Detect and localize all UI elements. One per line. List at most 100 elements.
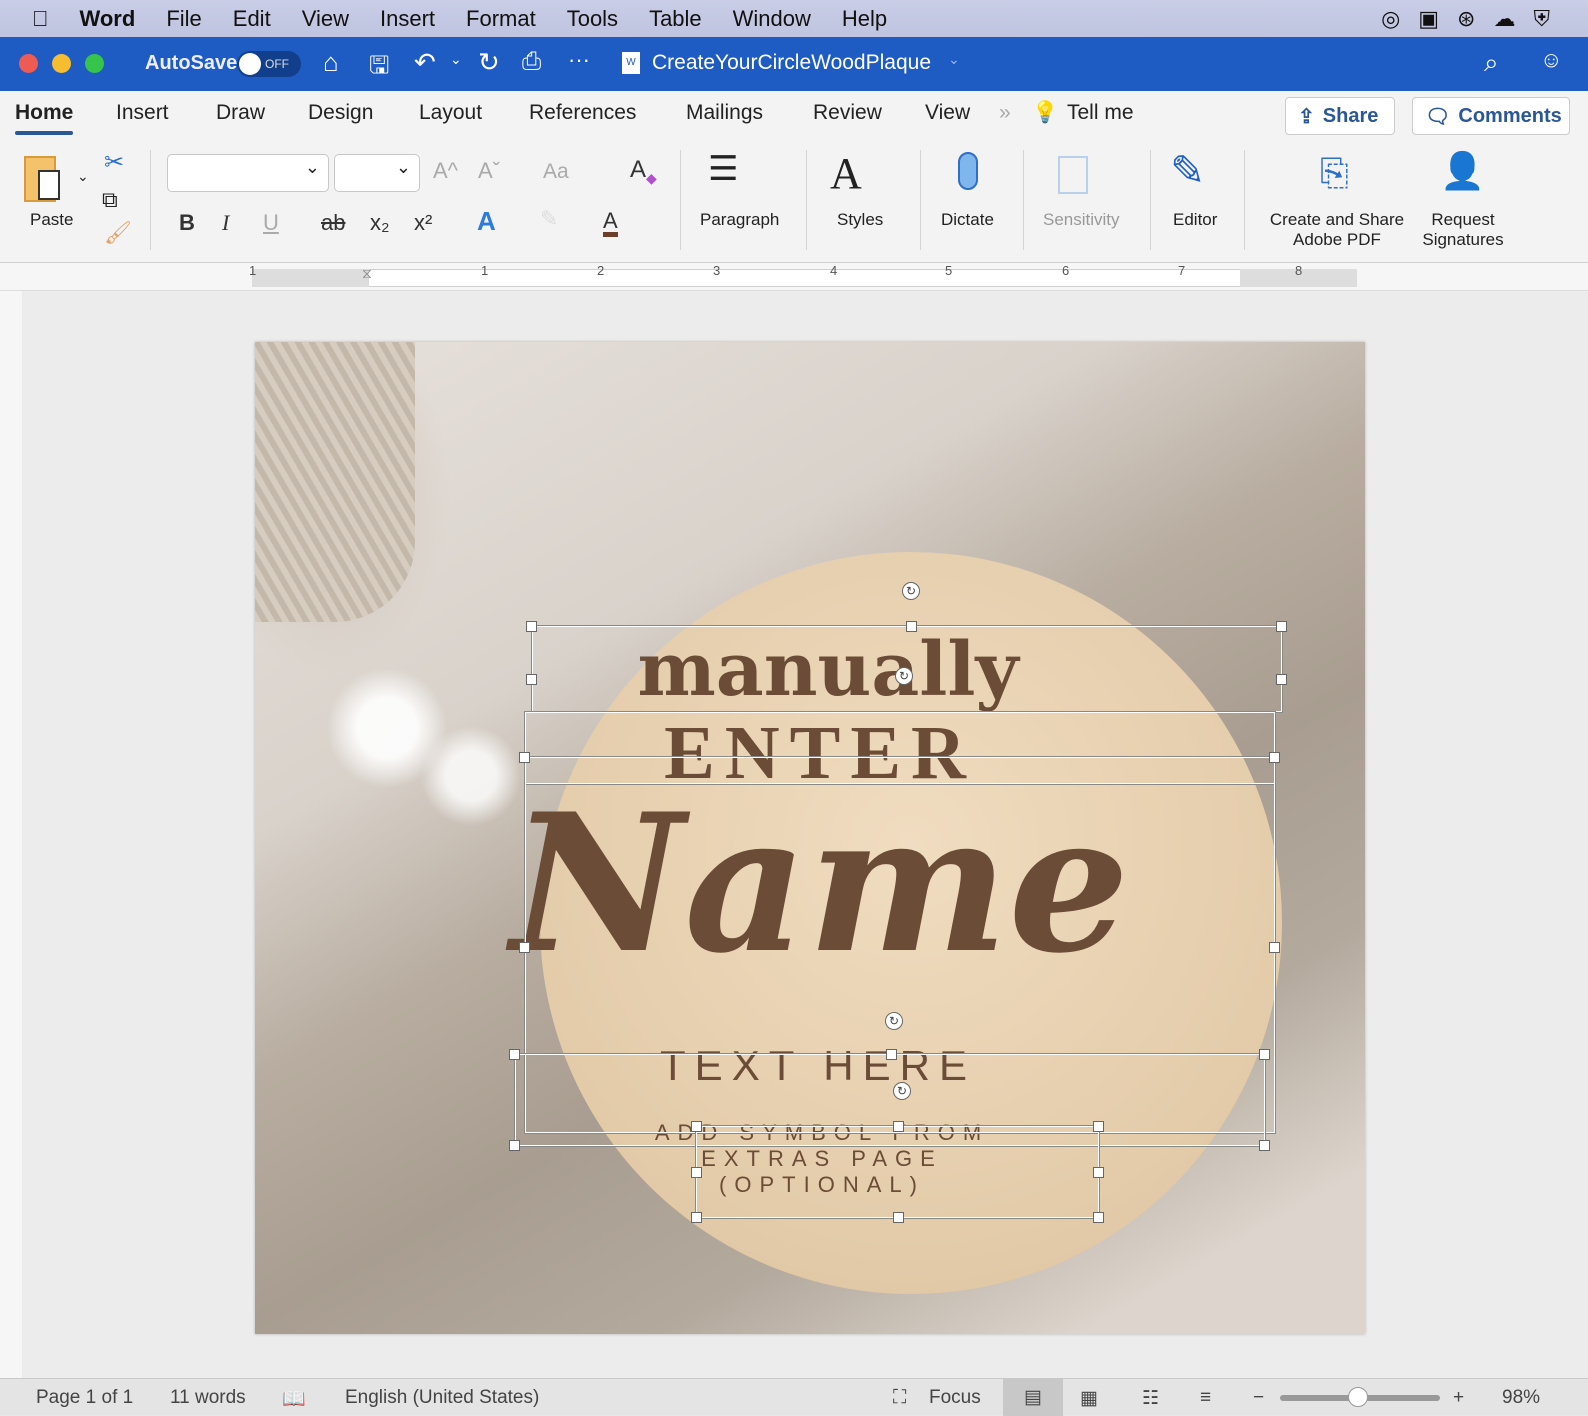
zoom-slider[interactable] [1280, 1387, 1440, 1407]
menu-edit[interactable]: Edit [233, 6, 271, 32]
share-button[interactable]: ⇪ Share [1285, 97, 1395, 135]
tab-home[interactable]: Home [15, 101, 74, 135]
status-menu-icons[interactable]: ◎▣⊛☁⛨ [1381, 6, 1568, 32]
menu-help[interactable]: Help [842, 6, 887, 32]
styles-icon[interactable]: A [830, 148, 862, 199]
cut-icon[interactable]: ✂ [104, 148, 124, 177]
proofing-icon[interactable]: 📖 [282, 1387, 306, 1411]
save-icon[interactable]: 🖫 [369, 48, 389, 89]
tab-draw[interactable]: Draw [216, 101, 265, 125]
resize-handle[interactable] [1269, 942, 1280, 953]
autosave-toggle[interactable]: OFF [237, 51, 301, 77]
menu-format[interactable]: Format [466, 6, 536, 32]
rotate-handle-icon[interactable]: ↻ [902, 582, 920, 600]
zoom-in-button[interactable]: + [1453, 1387, 1464, 1409]
format-painter-icon[interactable]: 🖌 [104, 220, 132, 246]
horizontal-ruler[interactable]: 1 1 2 3 4 5 6 7 8 ⧖ [0, 263, 1588, 291]
resize-handle[interactable] [1276, 621, 1287, 632]
more-icon[interactable]: ··· [568, 47, 590, 73]
more-tabs-icon[interactable]: » [999, 101, 1011, 125]
resize-handle[interactable] [519, 942, 530, 953]
editor-label[interactable]: Editor [1173, 210, 1217, 230]
resize-handle[interactable] [893, 1212, 904, 1223]
resize-handle[interactable] [691, 1121, 702, 1132]
create-share-pdf-button[interactable]: Create and Share Adobe PDF [1262, 210, 1412, 250]
shrink-font-button[interactable]: Aˇ [478, 158, 500, 184]
draft-view-icon[interactable]: ≡ [1200, 1387, 1211, 1409]
outline-view-icon[interactable]: ☷ [1142, 1387, 1159, 1410]
close-window-button[interactable] [19, 54, 38, 73]
language[interactable]: English (United States) [345, 1387, 539, 1409]
font-color-icon[interactable]: A [603, 210, 618, 237]
focus-icon[interactable]: ⛶ [893, 1387, 906, 1409]
document-title[interactable]: CreateYourCircleWoodPlaque [652, 51, 931, 75]
search-icon[interactable]: ⌕ [1484, 47, 1499, 79]
resize-handle[interactable] [519, 752, 530, 763]
word-count[interactable]: 11 words [170, 1387, 246, 1409]
menu-tools[interactable]: Tools [567, 6, 618, 32]
zoom-slider-thumb[interactable] [1348, 1387, 1369, 1407]
paste-icon[interactable] [24, 156, 60, 202]
menu-table[interactable]: Table [649, 6, 702, 32]
copy-icon[interactable]: ⧉ [102, 187, 118, 213]
menu-app-word[interactable]: Word [80, 6, 136, 32]
resize-handle[interactable] [893, 1121, 904, 1132]
change-case-button[interactable]: Aa [543, 160, 569, 184]
tab-review[interactable]: Review [813, 101, 882, 125]
indent-marker[interactable]: ⧖ [362, 265, 372, 282]
microphone-icon[interactable] [958, 152, 978, 190]
tab-insert[interactable]: Insert [116, 101, 169, 125]
zoom-out-button[interactable]: − [1253, 1387, 1264, 1409]
italic-button[interactable]: I [222, 210, 229, 236]
resize-handle[interactable] [1269, 752, 1280, 763]
menu-window[interactable]: Window [733, 6, 811, 32]
tell-me-search[interactable]: Tell me [1067, 101, 1134, 125]
paste-label[interactable]: Paste [30, 210, 73, 230]
font-size-dropdown[interactable] [334, 154, 420, 192]
tab-view[interactable]: View [925, 101, 970, 125]
tab-mailings[interactable]: Mailings [686, 101, 763, 125]
rotate-handle-icon[interactable]: ↻ [893, 1082, 911, 1100]
web-layout-icon[interactable]: ▦ [1080, 1387, 1098, 1410]
redo-icon[interactable]: ↻ [478, 47, 500, 78]
paragraph-icon[interactable]: ☰ [708, 152, 738, 186]
resize-handle[interactable] [526, 674, 537, 685]
zoom-level[interactable]: 98% [1502, 1387, 1540, 1409]
subscript-button[interactable]: x₂ [370, 210, 390, 236]
title-chevron-icon[interactable]: ⌄ [948, 51, 960, 68]
resize-handle[interactable] [886, 1049, 897, 1060]
tab-layout[interactable]: Layout [419, 101, 482, 125]
menu-insert[interactable]: Insert [380, 6, 435, 32]
vertical-ruler[interactable] [0, 291, 22, 1378]
font-name-dropdown[interactable] [167, 154, 329, 192]
undo-dropdown-icon[interactable]: ⌄ [450, 51, 462, 68]
rotate-handle-icon[interactable]: ↻ [895, 667, 913, 685]
resize-handle[interactable] [509, 1140, 520, 1151]
request-signatures-button[interactable]: Request Signatures [1413, 210, 1513, 250]
tab-design[interactable]: Design [308, 101, 373, 125]
resize-handle[interactable] [526, 621, 537, 632]
resize-handle[interactable] [1259, 1140, 1270, 1151]
resize-handle[interactable] [509, 1049, 520, 1060]
resize-handle[interactable] [1093, 1167, 1104, 1178]
underline-button[interactable]: U [263, 210, 279, 236]
editor-pen-icon[interactable]: ✎ [1170, 146, 1205, 195]
menu-view[interactable]: View [302, 6, 349, 32]
highlight-icon[interactable]: ✎ [540, 206, 558, 232]
grow-font-button[interactable]: A^ [433, 158, 458, 184]
focus-button[interactable]: Focus [929, 1387, 981, 1409]
maximize-window-button[interactable] [85, 54, 104, 73]
sensitivity-label[interactable]: Sensitivity [1043, 210, 1120, 230]
text-effects-icon[interactable]: A [477, 206, 496, 237]
apple-icon[interactable]:  [32, 6, 49, 32]
request-signature-icon[interactable]: 👤 [1440, 150, 1485, 192]
menu-file[interactable]: File [166, 6, 201, 32]
resize-handle[interactable] [1259, 1049, 1270, 1060]
adobe-pdf-icon[interactable]: ⎘ [1320, 152, 1349, 195]
collaborate-icon[interactable]: ☺ [1540, 47, 1562, 73]
bold-button[interactable]: B [179, 210, 195, 236]
minimize-window-button[interactable] [52, 54, 71, 73]
undo-icon[interactable]: ↶ [414, 47, 436, 78]
resize-handle[interactable] [1093, 1121, 1104, 1132]
resize-handle[interactable] [906, 621, 917, 632]
